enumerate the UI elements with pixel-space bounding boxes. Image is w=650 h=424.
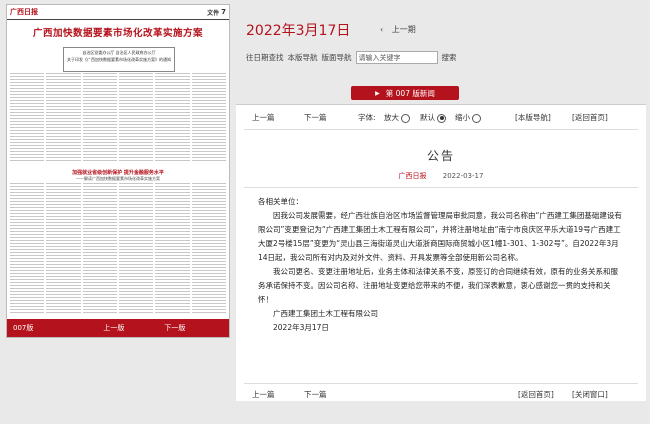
salutation: 各相关单位： (258, 197, 303, 206)
text-column (82, 73, 117, 163)
prev-issue-label: 上一期 (391, 25, 416, 34)
issue-date: 2022年3月17日 (246, 23, 351, 39)
page-headline: 广西加快数据要素市场化改革实施方案 (32, 28, 203, 39)
current-page-label: 007版 (13, 324, 34, 332)
text-column (155, 73, 190, 163)
divider (244, 129, 638, 130)
next-page-link[interactable]: 下一版 (164, 323, 185, 333)
search-bar: 往日期查找 本版导航 版面导航 搜索 (246, 51, 457, 64)
font-default-option[interactable]: 默认 (420, 112, 447, 123)
page-banner-label: 第 007 版新闻 (385, 88, 435, 98)
prev-article-link[interactable]: 上一篇 (252, 112, 275, 123)
prev-article-link-bottom[interactable]: 上一篇 (252, 389, 275, 400)
divider (244, 383, 638, 384)
chevron-left-icon: ‹ (380, 25, 384, 34)
back-home-link[interactable]: [返回首页] (572, 112, 608, 123)
text-column (191, 183, 226, 313)
article-panel: 上一篇 下一篇 字体: 放大 默认 缩小 [本版导航] [返回首页] 公告 广西… (236, 104, 646, 401)
font-shrink-radio[interactable] (472, 113, 482, 123)
font-enlarge-radio[interactable] (401, 113, 411, 123)
text-column (155, 183, 190, 313)
text-column (10, 183, 45, 313)
text-column (10, 73, 45, 163)
article-body: 各相关单位： 因我公司发展需要，经广西壮族自治区市场监督管理局审批同意，我公司名… (258, 195, 624, 335)
notice-box: 自治区党委办公厅 自治区人民政府办公厅 关于印发《广西加快数据要素市场化改革实施… (63, 47, 175, 72)
search-button[interactable]: 搜索 (442, 52, 457, 63)
close-window-link[interactable]: [关闭窗口] (572, 389, 608, 400)
section-name: 文件 (207, 9, 220, 17)
sub-headline: 加强就业省级创新保护 提升金融服务水平 (72, 170, 164, 176)
this-page-nav-link[interactable]: 本版导航 (288, 52, 318, 63)
font-default-label: 默认 (420, 113, 435, 122)
font-shrink-option[interactable]: 缩小 (455, 112, 482, 123)
signature-date: 2022年3月17日 (273, 323, 329, 332)
font-shrink-label: 缩小 (455, 113, 470, 122)
article-source: 广西日报 (398, 172, 427, 180)
page-nav-bar: 007版 上一版 下一版 (7, 319, 229, 337)
back-home-link-bottom[interactable]: [返回首页] (518, 389, 554, 400)
this-page-nav-link[interactable]: [本版导航] (515, 112, 551, 123)
text-column (46, 183, 81, 313)
divider (244, 187, 638, 188)
text-column (46, 73, 81, 163)
font-enlarge-label: 放大 (384, 113, 399, 122)
font-size-label: 字体: (358, 113, 376, 122)
layout-nav-link[interactable]: 版面导航 (322, 52, 352, 63)
sub-headline-deck: ——解读广西加快数据要素市场化改革实施方案 (76, 176, 160, 181)
page-number: 7 (221, 8, 226, 16)
prev-issue-link[interactable]: ‹ 上一期 (380, 24, 416, 35)
text-column (82, 183, 117, 313)
play-icon: ▶ (375, 89, 380, 97)
next-article-link[interactable]: 下一篇 (304, 112, 327, 123)
newspaper-page-thumbnail[interactable]: 广西日报 文件 7 广西加快数据要素市场化改革实施方案 自治区党委办公厅 自治区… (6, 4, 230, 338)
article-paragraph: 因我公司发展需要，经广西壮族自治区市场监督管理局审批同意，我公司名称由“广西建工… (258, 211, 622, 262)
font-enlarge-option[interactable]: 放大 (384, 112, 411, 123)
search-input[interactable] (355, 51, 438, 64)
text-columns-lower (10, 183, 226, 313)
notice-line-1: 自治区党委办公厅 自治区人民政府办公厅 (82, 50, 156, 55)
signature: 广西建工集团土木工程有限公司 (273, 309, 378, 318)
text-column (118, 183, 154, 313)
font-default-radio[interactable] (437, 113, 447, 123)
prev-page-link[interactable]: 上一版 (103, 323, 124, 333)
notice-line-2: 关于印发《广西加快数据要素市场化改革实施方案》的通知 (67, 57, 171, 62)
article-title: 公告 (426, 149, 455, 163)
masthead: 广西日报 文件 7 (7, 5, 229, 20)
next-article-link-bottom[interactable]: 下一篇 (304, 389, 327, 400)
article-paragraph: 我公司更名、变更注册地址后，业务主体和法律关系不变，原签订的合同继续有效，原有的… (258, 267, 618, 304)
text-column (191, 73, 226, 163)
article-date: 2022-03-17 (442, 172, 484, 180)
article-meta: 广西日报 2022-03-17 (236, 171, 646, 181)
page-banner: ▶ 第 007 版新闻 (351, 86, 459, 100)
newspaper-logo: 广西日报 (10, 8, 38, 16)
text-column (118, 73, 154, 163)
past-issues-link[interactable]: 往日期查找 (246, 52, 284, 63)
text-columns (10, 73, 226, 163)
